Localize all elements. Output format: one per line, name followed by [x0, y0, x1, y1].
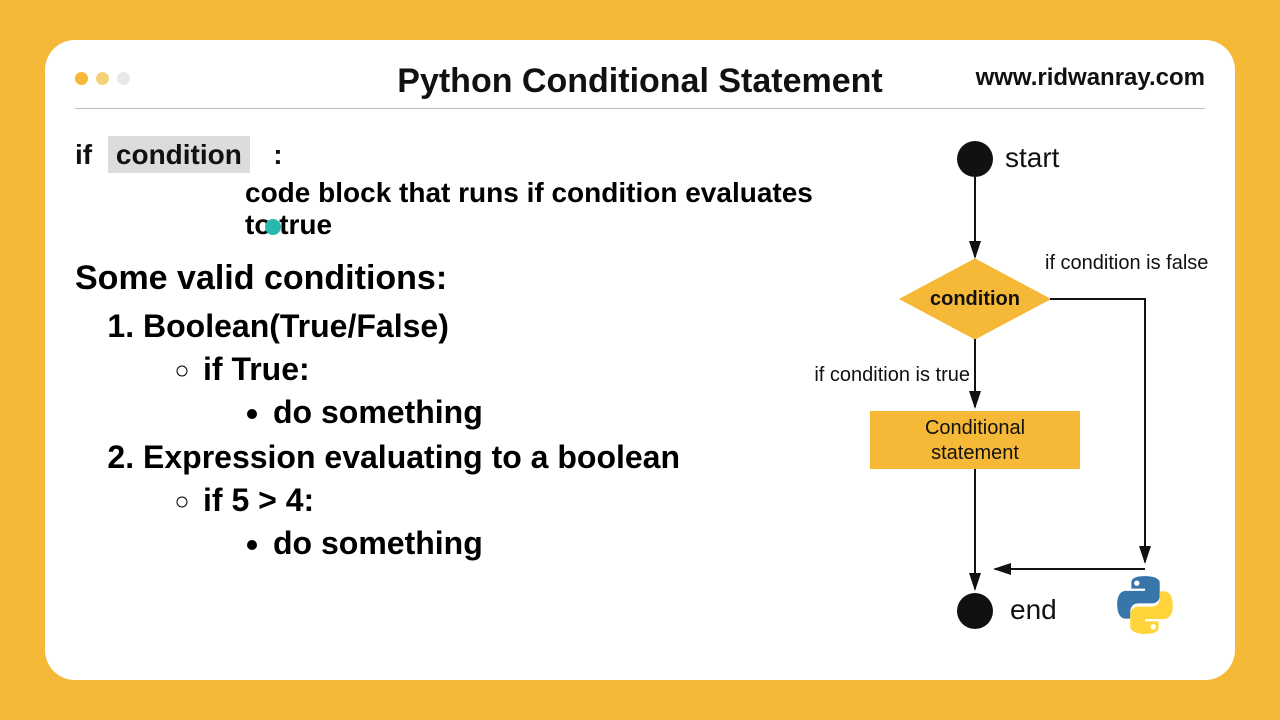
window-dots: [75, 72, 130, 85]
code-block-text: code block that runs if condition evalua…: [245, 177, 835, 241]
sublist-inner: do something: [143, 525, 835, 562]
titlebar: Python Conditional Statement www.ridwanr…: [75, 64, 1205, 109]
item1-title: Boolean(True/False): [143, 308, 449, 344]
dot-2: [96, 72, 109, 85]
dot-1: [75, 72, 88, 85]
end-label: end: [1010, 594, 1057, 625]
conditions-list: Boolean(True/False) if True: do somethin…: [75, 308, 835, 562]
condition-label: condition: [930, 288, 1020, 310]
subtitle: Some valid conditions:: [75, 259, 835, 298]
item1-sub: if True:: [203, 351, 835, 388]
content-area: if condition : code block that runs if c…: [75, 109, 1205, 655]
page-title: Python Conditional Statement: [397, 62, 882, 101]
list-item: Expression evaluating to a boolean if 5 …: [143, 439, 835, 562]
box-line1: Conditional: [925, 417, 1025, 439]
item2-title: Expression evaluating to a boolean: [143, 439, 680, 475]
item1-inner: do something: [273, 394, 835, 431]
sublist-inner: do something: [143, 394, 835, 431]
item2-sub: if 5 > 4:: [203, 482, 835, 519]
sublist: if True:: [143, 351, 835, 388]
colon: :: [258, 139, 283, 170]
if-keyword: if: [75, 139, 92, 170]
false-label: if condition is false: [1045, 252, 1208, 274]
box-line2: statement: [931, 442, 1019, 464]
list-item: Boolean(True/False) if True: do somethin…: [143, 308, 835, 431]
syntax-line: if condition :: [75, 139, 835, 171]
site-url: www.ridwanray.com: [976, 64, 1205, 92]
text-column: if condition : code block that runs if c…: [75, 139, 835, 570]
condition-placeholder: condition: [108, 136, 250, 173]
sublist: if 5 > 4:: [143, 482, 835, 519]
dot-3: [117, 72, 130, 85]
item2-inner: do something: [273, 525, 835, 562]
start-label: start: [1005, 142, 1060, 173]
python-icon: [1115, 575, 1175, 635]
true-label: if condition is true: [814, 364, 970, 386]
slide-card: Python Conditional Statement www.ridwanr…: [45, 40, 1235, 680]
end-node: [957, 593, 993, 629]
start-node: [957, 141, 993, 177]
cursor-icon: [265, 219, 281, 235]
